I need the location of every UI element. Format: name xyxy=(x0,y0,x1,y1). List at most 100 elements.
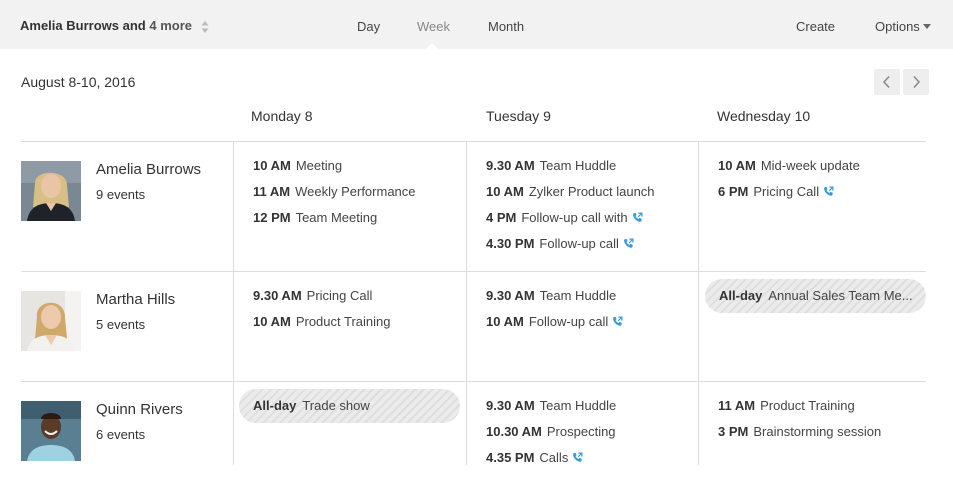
event-title: Calls xyxy=(539,450,569,465)
day-header-wednesday: Wednesday 10 xyxy=(717,108,811,124)
phone-icon xyxy=(612,316,623,327)
event-title: Prospecting xyxy=(546,424,616,439)
event-item[interactable]: 10 AM Mid-week update xyxy=(718,158,860,173)
event-item[interactable]: 6 PM Pricing Call xyxy=(718,184,834,199)
event-time: 9.30 AM xyxy=(253,288,302,303)
event-title: Meeting xyxy=(295,158,343,173)
event-item[interactable]: 12 PM Team Meeting xyxy=(253,210,377,225)
event-title: Team Huddle xyxy=(539,288,617,303)
all-day-event[interactable]: All-day Trade show xyxy=(239,389,460,423)
avatar xyxy=(21,401,81,461)
event-item[interactable]: 10 AM Zylker Product launch xyxy=(486,184,655,199)
grid-divider xyxy=(21,381,926,382)
day-header-monday: Monday 8 xyxy=(251,108,313,124)
phone-icon xyxy=(823,186,834,197)
chevron-left-icon xyxy=(882,75,890,89)
next-week-button[interactable] xyxy=(903,69,929,95)
event-title: Product Training xyxy=(295,314,391,329)
event-title: Follow-up call xyxy=(528,314,609,329)
event-time: 10 AM xyxy=(486,314,524,329)
event-title: Annual Sales Team Me... xyxy=(768,288,913,303)
event-item[interactable]: 10.30 AM Prospecting xyxy=(486,424,616,439)
person-name: Amelia Burrows xyxy=(96,161,202,178)
phone-icon xyxy=(572,452,583,463)
event-count: 5 events xyxy=(96,317,146,332)
grid-divider xyxy=(698,141,699,465)
event-time: 6 PM xyxy=(718,184,749,199)
event-item[interactable]: 9.30 AM Team Huddle xyxy=(486,398,616,413)
event-time: 10 AM xyxy=(253,158,291,173)
tab-week[interactable]: Week xyxy=(417,19,450,34)
event-time: All-day xyxy=(719,288,763,303)
event-item[interactable]: 9.30 AM Team Huddle xyxy=(486,158,616,173)
user-selector-and: and xyxy=(122,18,146,33)
event-title: Pricing Call xyxy=(306,288,373,303)
user-selector-more: 4 more xyxy=(149,18,192,33)
event-item[interactable]: 9.30 AM Pricing Call xyxy=(253,288,372,303)
event-time: All-day xyxy=(253,398,297,413)
event-title: Trade show xyxy=(302,398,370,413)
event-time: 10 AM xyxy=(253,314,291,329)
active-tab-indicator xyxy=(426,43,438,49)
phone-icon xyxy=(623,238,634,249)
all-day-event[interactable]: All-day Annual Sales Team Me... xyxy=(705,279,926,313)
event-time: 3 PM xyxy=(718,424,749,439)
grid-divider xyxy=(21,141,926,142)
event-time: 11 AM xyxy=(718,398,756,413)
event-item[interactable]: 10 AM Follow-up call xyxy=(486,314,623,329)
avatar xyxy=(21,161,81,221)
user-selector[interactable]: Amelia Burrows and 4 more xyxy=(20,18,192,33)
person-name: Quinn Rivers xyxy=(96,401,183,418)
phone-icon xyxy=(632,212,643,223)
grid-divider xyxy=(466,141,467,465)
chevron-right-icon xyxy=(913,75,921,89)
date-range: August 8-10, 2016 xyxy=(21,74,136,90)
event-item[interactable]: 11 AM Product Training xyxy=(718,398,855,413)
event-title: Weekly Performance xyxy=(295,184,416,199)
top-bar: Amelia Burrows and 4 more Day Week Month… xyxy=(0,0,953,49)
options-label: Options xyxy=(875,19,920,34)
event-item[interactable]: 10 AM Product Training xyxy=(253,314,390,329)
caret-down-icon xyxy=(922,24,931,29)
event-item[interactable]: 4.35 PM Calls xyxy=(486,450,583,465)
sort-toggle-icon[interactable] xyxy=(200,20,210,34)
avatar xyxy=(21,291,81,351)
event-title: Team Meeting xyxy=(295,210,378,225)
event-item[interactable]: 9.30 AM Team Huddle xyxy=(486,288,616,303)
event-title: Follow-up call xyxy=(539,236,619,251)
event-title: Follow-up call with xyxy=(521,210,628,225)
event-item[interactable]: 3 PM Brainstorming session xyxy=(718,424,881,439)
event-count: 9 events xyxy=(96,187,146,202)
tab-month[interactable]: Month xyxy=(488,19,524,34)
event-time: 10.30 AM xyxy=(486,424,542,439)
event-time: 12 PM xyxy=(253,210,291,225)
grid-divider xyxy=(21,271,926,272)
event-title: Pricing Call xyxy=(753,184,820,199)
event-time: 9.30 AM xyxy=(486,398,535,413)
event-time: 11 AM xyxy=(253,184,291,199)
event-time: 4 PM xyxy=(486,210,517,225)
day-header-tuesday: Tuesday 9 xyxy=(486,108,551,124)
event-count: 6 events xyxy=(96,427,146,442)
grid-divider xyxy=(233,141,234,465)
person-name: Martha Hills xyxy=(96,291,176,308)
previous-week-button[interactable] xyxy=(874,69,900,95)
event-time: 10 AM xyxy=(486,184,524,199)
event-time: 9.30 AM xyxy=(486,288,535,303)
options-menu[interactable]: Options xyxy=(875,19,931,34)
event-title: Product Training xyxy=(760,398,855,413)
event-item[interactable]: 4 PM Follow-up call with xyxy=(486,210,643,225)
event-item[interactable]: 11 AM Weekly Performance xyxy=(253,184,416,199)
event-title: Zylker Product launch xyxy=(528,184,655,199)
event-title: Brainstorming session xyxy=(753,424,882,439)
event-item[interactable]: 10 AM Meeting xyxy=(253,158,342,173)
event-time: 10 AM xyxy=(718,158,756,173)
event-title: Team Huddle xyxy=(539,158,617,173)
tab-day[interactable]: Day xyxy=(357,19,380,34)
event-item[interactable]: 4.30 PM Follow-up call xyxy=(486,236,634,251)
event-time: 4.35 PM xyxy=(486,450,535,465)
create-button[interactable]: Create xyxy=(796,19,835,34)
event-title: Mid-week update xyxy=(760,158,860,173)
event-title: Team Huddle xyxy=(539,398,617,413)
event-time: 9.30 AM xyxy=(486,158,535,173)
